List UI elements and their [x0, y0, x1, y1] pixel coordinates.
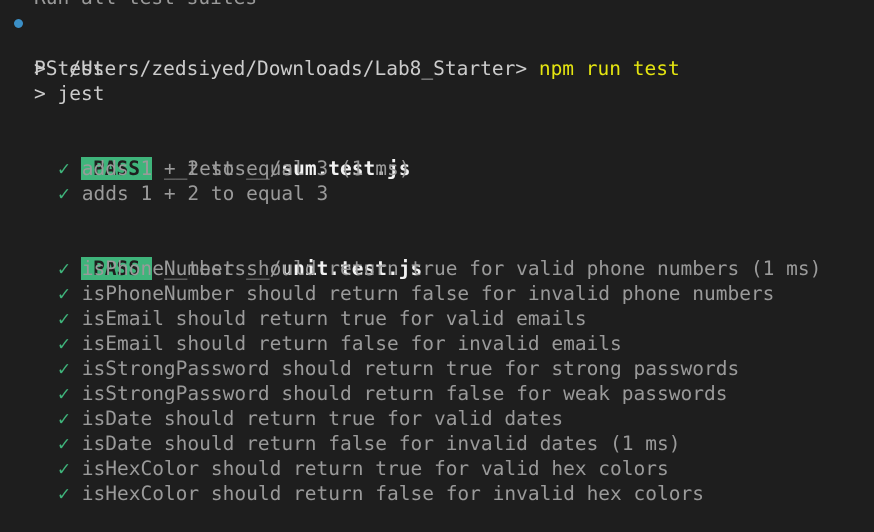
check-icon: ✓ — [58, 332, 70, 355]
test-result-line: ✓ isStrongPassword should return false fo… — [58, 381, 727, 406]
suite-header-unit: PASS __tests__/unit.test.js — [34, 231, 422, 280]
test-name: isStrongPassword should return true for … — [81, 357, 740, 380]
check-icon: ✓ — [58, 357, 70, 380]
cutoff-line: Run all test suites — [34, 0, 257, 10]
test-result-line: ✓ adds 1 + 2 to equal 3 — [58, 181, 328, 206]
script-line-jest: > jest — [34, 82, 105, 105]
test-result-line: ✓ isEmail should return true for valid em… — [58, 306, 587, 331]
check-icon: ✓ — [58, 457, 70, 480]
check-icon: ✓ — [58, 432, 70, 455]
check-icon: ✓ — [58, 182, 70, 205]
test-result-line: ✓ isStrongPassword should return true for… — [58, 356, 739, 381]
test-result-line: ✓ isDate should return false for invalid … — [58, 431, 681, 456]
test-result-line: ✓ isHexColor should return true for valid… — [58, 456, 669, 481]
test-result-line: ✓ isDate should return true for valid dat… — [58, 406, 563, 431]
test-result-line: ✓ isEmail should return false for invalid… — [58, 331, 622, 356]
script-line-test: > test — [34, 57, 105, 80]
test-name: isPhoneNumber should return false for in… — [81, 282, 775, 305]
test-name: adds 1 + 2 to equal 3 (1 ms) — [81, 157, 411, 180]
test-name: isDate should return true for valid date… — [81, 407, 564, 430]
test-name: isEmail should return false for invalid … — [81, 332, 622, 355]
prompt-command: npm run test — [538, 57, 680, 80]
prompt-line: PS /Users/zedsiyed/Downloads/Lab8_Starte… — [0, 6, 680, 80]
test-name: isHexColor should return false for inval… — [81, 482, 704, 505]
check-icon: ✓ — [58, 307, 70, 330]
test-result-line: ✓ isPhoneNumber should return false for i… — [58, 281, 774, 306]
test-result-line: ✓ isHexColor should return false for inva… — [58, 481, 704, 506]
prompt-path: PS /Users/zedsiyed/Downloads/Lab8_Starte… — [34, 57, 539, 80]
test-result-line: ✓ isPhoneNumber should return true for va… — [58, 256, 821, 281]
test-name: isDate should return false for invalid d… — [81, 432, 681, 455]
check-icon: ✓ — [58, 282, 70, 305]
check-icon: ✓ — [58, 407, 70, 430]
check-icon: ✓ — [58, 257, 70, 280]
check-icon: ✓ — [58, 482, 70, 505]
suite-header-sum: PASS __tests__/sum.test.js — [34, 131, 410, 180]
test-name: isEmail should return true for valid ema… — [81, 307, 587, 330]
test-name: isStrongPassword should return false for… — [81, 382, 728, 405]
test-name: adds 1 + 2 to equal 3 — [81, 182, 329, 205]
test-result-line: ✓ adds 1 + 2 to equal 3 (1 ms) — [58, 156, 410, 181]
prompt-status-dot-icon — [14, 19, 23, 28]
test-name: isHexColor should return true for valid … — [81, 457, 669, 480]
check-icon: ✓ — [58, 157, 70, 180]
test-name: isPhoneNumber should return true for val… — [81, 257, 822, 280]
check-icon: ✓ — [58, 382, 70, 405]
